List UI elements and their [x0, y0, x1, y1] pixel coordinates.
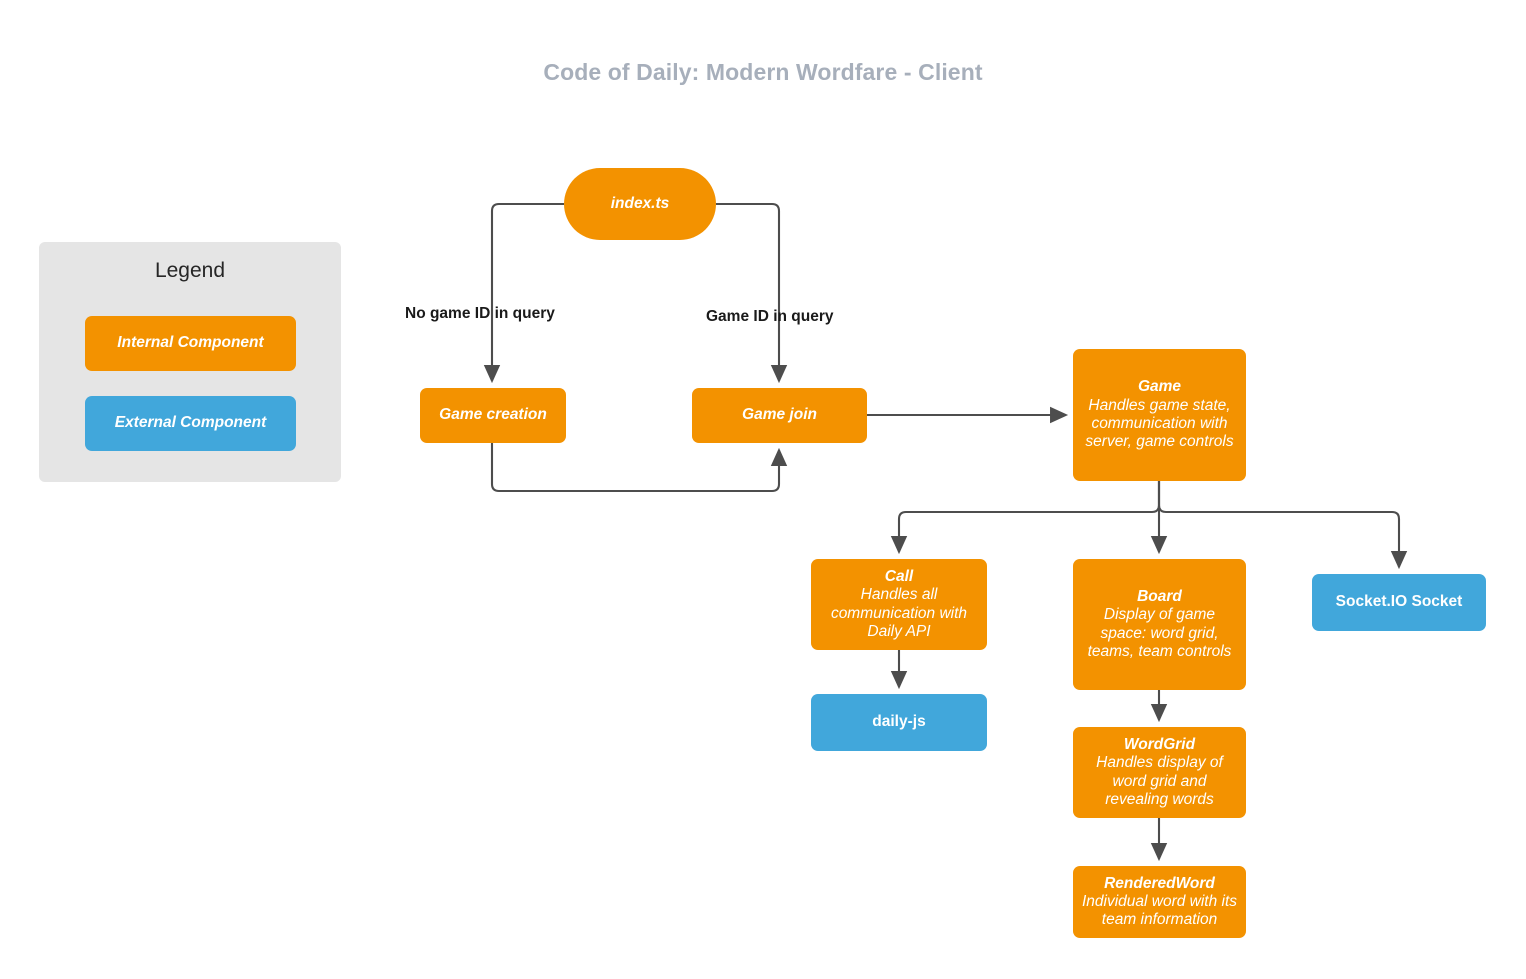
edge-index-to-game-creation	[483, 202, 564, 384]
node-game-join[interactable]: Game join	[692, 388, 867, 443]
node-game-join-title: Game join	[742, 406, 817, 424]
legend-item-external-component: External Component	[85, 396, 296, 451]
node-game-creation-title: Game creation	[439, 406, 547, 424]
node-game-title: Game	[1137, 378, 1182, 396]
diagram-canvas: Code of Daily: Modern Wordfare - Client	[0, 0, 1526, 979]
legend-panel: Legend Internal Component External Compo…	[39, 242, 341, 482]
node-word-grid-title: WordGrid	[1123, 735, 1196, 753]
node-daily-js[interactable]: daily-js	[811, 694, 987, 751]
node-daily-js-title: daily-js	[872, 713, 926, 731]
node-index-ts[interactable]: index.ts	[564, 168, 716, 240]
legend-item-internal-label: Internal Component	[117, 334, 264, 352]
legend-title: Legend	[154, 259, 226, 282]
node-board-description: Display of game space: word grid, teams,…	[1087, 606, 1232, 660]
edge-game-to-call	[890, 481, 1161, 555]
node-game[interactable]: Game Handles game state, communication w…	[1073, 349, 1246, 481]
node-board-title: Board	[1137, 587, 1182, 605]
node-word-grid-description: Handles display of word grid and reveali…	[1096, 754, 1223, 808]
node-index-ts-title: index.ts	[610, 194, 670, 212]
node-rendered-word[interactable]: RenderedWord Individual word with its te…	[1073, 866, 1246, 938]
node-game-description: Handles game state, communication with s…	[1085, 396, 1234, 451]
node-call-description: Handles all communication with Daily API	[830, 586, 968, 640]
node-board[interactable]: Board Display of game space: word grid, …	[1073, 559, 1246, 690]
edge-game-to-socket-io	[1157, 481, 1408, 570]
node-socket-io-socket[interactable]: Socket.IO Socket	[1312, 574, 1486, 631]
edge-index-to-game-join	[716, 202, 788, 384]
legend-item-external-label: External Component	[114, 414, 267, 432]
edge-game-creation-to-game-join	[490, 443, 788, 493]
edge-label-no-game-id: No game ID in query	[405, 305, 555, 322]
diagram-title: Code of Daily: Modern Wordfare - Client	[543, 59, 983, 85]
node-game-creation[interactable]: Game creation	[420, 388, 566, 443]
node-rendered-word-title: RenderedWord	[1104, 874, 1215, 892]
edge-layer	[483, 202, 1408, 862]
edge-label-game-id: Game ID in query	[706, 308, 834, 325]
node-call[interactable]: Call Handles all communication with Dail…	[811, 559, 987, 650]
legend-item-internal-component: Internal Component	[85, 316, 296, 371]
node-socket-io-socket-title: Socket.IO Socket	[1335, 593, 1463, 611]
node-call-title: Call	[884, 567, 914, 585]
node-rendered-word-description: Individual word with its team informatio…	[1081, 892, 1238, 929]
node-word-grid[interactable]: WordGrid Handles display of word grid an…	[1073, 727, 1246, 818]
